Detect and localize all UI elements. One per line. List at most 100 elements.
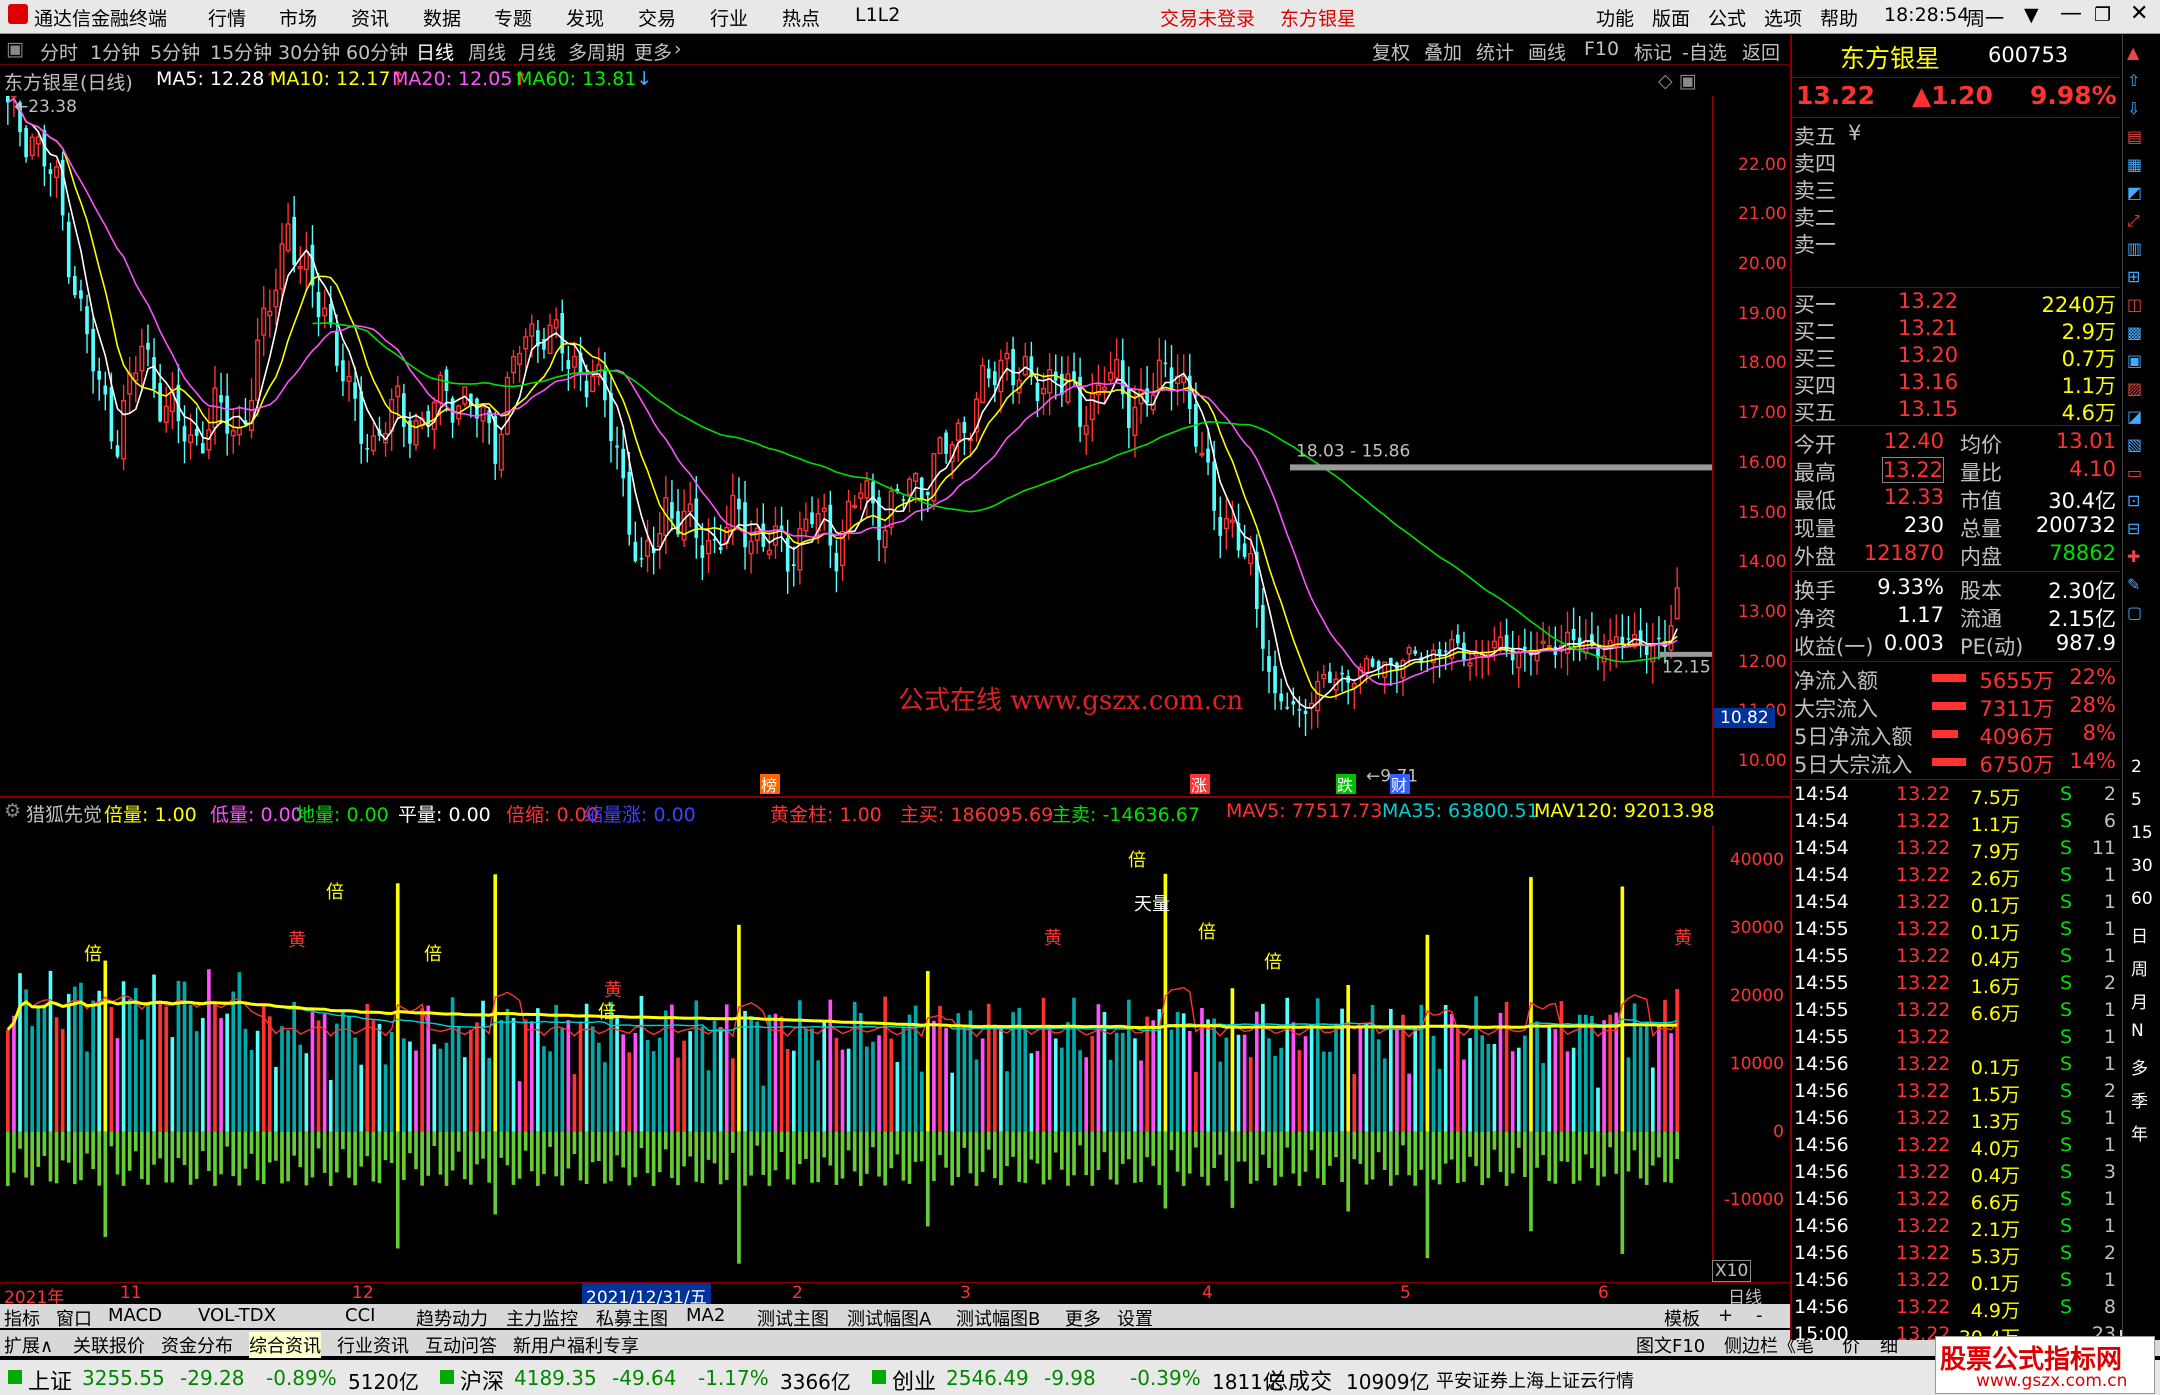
menu-item[interactable]: 行业 xyxy=(710,4,748,31)
period-tab[interactable]: 1分钟 xyxy=(90,38,140,65)
extension-tab[interactable]: 行业资讯 xyxy=(337,1332,409,1358)
indicator-tab[interactable]: MA2 xyxy=(686,1305,725,1326)
panel-toggle-icon[interactable]: ▣ xyxy=(6,38,24,60)
indicator-tab[interactable]: 更多 xyxy=(1065,1305,1101,1331)
sidebar-period[interactable]: N xyxy=(2131,1021,2144,1041)
index-name[interactable]: 上证 xyxy=(28,1364,72,1395)
period-tab-selected[interactable]: 日线 xyxy=(416,38,454,65)
sidebar-period[interactable]: 30 xyxy=(2131,856,2153,876)
sidebar-tool-icon[interactable]: ▦ xyxy=(2127,155,2142,174)
toolbar-button[interactable]: 标记 xyxy=(1634,38,1672,65)
toolbar-button[interactable]: 统计 xyxy=(1476,38,1514,65)
indicator-tab[interactable]: 窗口 xyxy=(56,1305,92,1331)
minimize-icon[interactable]: — xyxy=(2060,1,2082,26)
sidebar-period[interactable]: 多 xyxy=(2131,1054,2148,1079)
chevron-right-icon[interactable]: › xyxy=(674,38,682,60)
sidebar-tool-icon[interactable]: ▥ xyxy=(2127,239,2142,258)
sidebar-tool-icon[interactable]: ✎ xyxy=(2127,575,2140,594)
menu-item[interactable]: 市场 xyxy=(279,4,317,31)
sidebar-tool-icon[interactable]: ⤢ xyxy=(2127,211,2140,231)
period-tab[interactable]: 60分钟 xyxy=(346,38,408,65)
sidebar-tool-icon[interactable]: ▭ xyxy=(2127,463,2142,482)
menu-item[interactable]: 热点 xyxy=(782,4,820,31)
period-tab[interactable]: 月线 xyxy=(518,38,556,65)
sidebar-tool-icon[interactable]: ⊟ xyxy=(2127,519,2140,538)
menu-item[interactable]: 交易 xyxy=(638,4,676,31)
template-button[interactable]: + xyxy=(1718,1305,1733,1326)
indicator-tab[interactable]: 设置 xyxy=(1117,1305,1153,1331)
sidebar-period[interactable]: 15 xyxy=(2131,823,2153,843)
sidebar-period[interactable]: 2 xyxy=(2131,757,2142,777)
menu-layout[interactable]: 版面 xyxy=(1652,4,1690,31)
period-tab[interactable]: 周线 xyxy=(468,38,506,65)
sidebar-tool-icon[interactable]: ✚ xyxy=(2127,547,2140,566)
menu-item[interactable]: 专题 xyxy=(494,4,532,31)
sidebar-tool-icon[interactable]: ⇧ xyxy=(2127,71,2140,90)
indicator-tab[interactable]: 测试主图 xyxy=(757,1305,829,1331)
sidebar-tool-icon[interactable]: ◩ xyxy=(2127,183,2142,202)
sidebar-tool-icon[interactable]: ◫ xyxy=(2127,295,2142,314)
indicator-tab[interactable]: 测试幅图B xyxy=(956,1305,1040,1331)
menu-help[interactable]: 帮助 xyxy=(1820,4,1858,31)
menu-formula[interactable]: 公式 xyxy=(1708,4,1746,31)
menu-options[interactable]: 选项 xyxy=(1764,4,1802,31)
sidebar-tool-icon[interactable]: ⊡ xyxy=(2127,491,2140,510)
sidebar-period[interactable]: 年 xyxy=(2131,1120,2148,1145)
sidebar-tool-icon[interactable]: ▧ xyxy=(2127,435,2142,454)
sidebar-tool-icon[interactable]: ▩ xyxy=(2127,323,2142,342)
chart-settings-icon[interactable]: ◇ ▣ xyxy=(1658,70,1697,92)
period-tab[interactable]: 5分钟 xyxy=(150,38,200,65)
indicator-tab[interactable]: CCI xyxy=(345,1305,375,1326)
sidebar-tool-icon[interactable]: ◪ xyxy=(2127,407,2142,426)
extension-tab[interactable]: 综合资讯 xyxy=(249,1332,321,1358)
menu-item[interactable]: 行情 xyxy=(208,4,246,31)
sidebar-period[interactable]: 日 xyxy=(2131,922,2148,947)
index-name[interactable]: 创业 xyxy=(892,1364,936,1395)
sidebar-tool-icon[interactable]: ⊞ xyxy=(2127,267,2140,286)
trade-status[interactable]: 交易未登录 xyxy=(1160,4,1255,31)
period-tab-more[interactable]: 更多 xyxy=(634,38,672,65)
sidebar-tool-icon[interactable]: ⇩ xyxy=(2127,99,2140,118)
menu-function[interactable]: 功能 xyxy=(1596,4,1634,31)
maximize-icon[interactable]: ❐ xyxy=(2094,4,2111,26)
extension-tab[interactable]: 新用户福利专享 xyxy=(513,1332,639,1358)
template-button[interactable]: 模板 xyxy=(1664,1305,1700,1331)
toolbar-button[interactable]: F10 xyxy=(1584,38,1619,60)
sidebar-period[interactable]: 季 xyxy=(2131,1087,2148,1112)
sidebar-tool-icon[interactable]: ▣ xyxy=(2127,351,2142,370)
sidebar-period[interactable]: 周 xyxy=(2131,955,2148,980)
sidebar-period[interactable]: 5 xyxy=(2131,790,2142,810)
side-tab[interactable]: 图文F10 xyxy=(1636,1332,1705,1358)
period-tab[interactable]: 多周期 xyxy=(568,38,625,65)
indicator-tab[interactable]: 主力监控 xyxy=(506,1305,578,1331)
indicator-tab[interactable]: VOL-TDX xyxy=(198,1305,276,1326)
volume-indicator-chart[interactable]: 倍倍倍倍倍倍倍黄黄黄 黄天量 xyxy=(0,826,1712,1281)
period-tab[interactable]: 30分钟 xyxy=(278,38,340,65)
sidebar-tool-icon[interactable]: ▢ xyxy=(2127,603,2142,622)
toolbar-button[interactable]: 返回 xyxy=(1742,38,1780,65)
menu-item[interactable]: L1L2 xyxy=(855,4,900,26)
extension-tab[interactable]: 扩展∧ xyxy=(4,1332,53,1358)
close-icon[interactable]: ✕ xyxy=(2130,1,2148,26)
arrow-down-icon[interactable]: ▼ xyxy=(2024,4,2039,26)
side-tab[interactable]: 侧边栏《 xyxy=(1724,1332,1796,1358)
sidebar-tool-icon[interactable]: ▨ xyxy=(2127,379,2142,398)
toolbar-button[interactable]: 画线 xyxy=(1528,38,1566,65)
sidebar-period[interactable]: 月 xyxy=(2131,988,2148,1013)
extension-tab[interactable]: 关联报价 xyxy=(73,1332,145,1358)
sidebar-period[interactable]: 60 xyxy=(2131,889,2153,909)
indicator-tab[interactable]: 私募主图 xyxy=(596,1305,668,1331)
menu-item[interactable]: 发现 xyxy=(566,4,604,31)
sidebar-tool-icon[interactable]: ▤ xyxy=(2127,127,2142,146)
candlestick-chart[interactable]: 18.03 - 15.86←23.38←9.7112.15榜涨跌财 xyxy=(0,96,1712,796)
extension-tab[interactable]: 互动问答 xyxy=(425,1332,497,1358)
indicator-tab[interactable]: MACD xyxy=(108,1305,162,1326)
period-tab[interactable]: 分时 xyxy=(40,38,78,65)
indicator-tab[interactable]: 测试幅图A xyxy=(847,1305,931,1331)
toolbar-button[interactable]: 叠加 xyxy=(1424,38,1462,65)
toolbar-button[interactable]: -自选 xyxy=(1682,38,1727,65)
toolbar-button[interactable]: 复权 xyxy=(1372,38,1410,65)
indicator-settings-icon[interactable]: ⚙ xyxy=(4,800,21,822)
index-name[interactable]: 沪深 xyxy=(460,1364,504,1395)
template-button[interactable]: - xyxy=(1756,1305,1763,1326)
